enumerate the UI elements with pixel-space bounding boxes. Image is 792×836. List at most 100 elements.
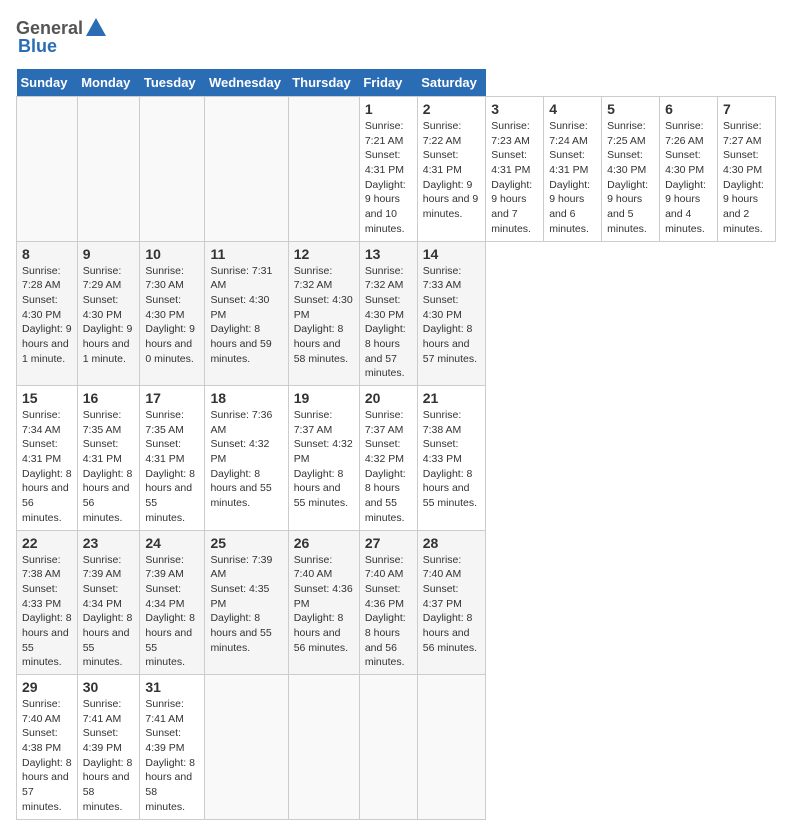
day-info: Sunrise: 7:22 AMSunset: 4:31 PMDaylight:… — [423, 119, 481, 222]
day-info: Sunrise: 7:38 AMSunset: 4:33 PMDaylight:… — [22, 553, 72, 671]
day-number: 24 — [145, 535, 199, 551]
day-info: Sunrise: 7:37 AMSunset: 4:32 PMDaylight:… — [294, 408, 354, 511]
day-info: Sunrise: 7:40 AMSunset: 4:36 PMDaylight:… — [294, 553, 354, 656]
calendar-cell: 6 Sunrise: 7:26 AMSunset: 4:30 PMDayligh… — [660, 97, 718, 242]
calendar-cell — [359, 675, 417, 820]
calendar-cell — [288, 97, 359, 242]
day-number: 8 — [22, 246, 72, 262]
calendar-cell: 11 Sunrise: 7:31 AMSunset: 4:30 PMDaylig… — [205, 241, 288, 386]
day-info: Sunrise: 7:37 AMSunset: 4:32 PMDaylight:… — [365, 408, 412, 526]
day-info: Sunrise: 7:23 AMSunset: 4:31 PMDaylight:… — [491, 119, 538, 237]
calendar-cell: 26 Sunrise: 7:40 AMSunset: 4:36 PMDaylig… — [288, 530, 359, 675]
day-number: 14 — [423, 246, 481, 262]
day-number: 23 — [83, 535, 135, 551]
day-number: 3 — [491, 101, 538, 117]
day-number: 29 — [22, 679, 72, 695]
calendar-cell: 19 Sunrise: 7:37 AMSunset: 4:32 PMDaylig… — [288, 386, 359, 531]
day-number: 1 — [365, 101, 412, 117]
day-info: Sunrise: 7:40 AMSunset: 4:36 PMDaylight:… — [365, 553, 412, 671]
day-info: Sunrise: 7:38 AMSunset: 4:33 PMDaylight:… — [423, 408, 481, 511]
logo: General Blue — [16, 16, 109, 57]
day-info: Sunrise: 7:33 AMSunset: 4:30 PMDaylight:… — [423, 264, 481, 367]
calendar-cell: 13 Sunrise: 7:32 AMSunset: 4:30 PMDaylig… — [359, 241, 417, 386]
day-number: 19 — [294, 390, 354, 406]
calendar-week-3: 15 Sunrise: 7:34 AMSunset: 4:31 PMDaylig… — [17, 386, 776, 531]
weekday-header-tuesday: Tuesday — [140, 69, 205, 97]
page-header: General Blue — [16, 16, 776, 57]
day-info: Sunrise: 7:35 AMSunset: 4:31 PMDaylight:… — [83, 408, 135, 526]
calendar-cell: 18 Sunrise: 7:36 AMSunset: 4:32 PMDaylig… — [205, 386, 288, 531]
calendar-cell: 1 Sunrise: 7:21 AMSunset: 4:31 PMDayligh… — [359, 97, 417, 242]
day-number: 20 — [365, 390, 412, 406]
day-info: Sunrise: 7:32 AMSunset: 4:30 PMDaylight:… — [365, 264, 412, 382]
day-number: 11 — [210, 246, 282, 262]
calendar-cell: 20 Sunrise: 7:37 AMSunset: 4:32 PMDaylig… — [359, 386, 417, 531]
day-number: 10 — [145, 246, 199, 262]
calendar-cell: 17 Sunrise: 7:35 AMSunset: 4:31 PMDaylig… — [140, 386, 205, 531]
calendar-cell: 7 Sunrise: 7:27 AMSunset: 4:30 PMDayligh… — [717, 97, 775, 242]
day-info: Sunrise: 7:31 AMSunset: 4:30 PMDaylight:… — [210, 264, 282, 367]
calendar-cell: 21 Sunrise: 7:38 AMSunset: 4:33 PMDaylig… — [417, 386, 486, 531]
day-info: Sunrise: 7:35 AMSunset: 4:31 PMDaylight:… — [145, 408, 199, 526]
day-number: 5 — [607, 101, 654, 117]
calendar-cell: 15 Sunrise: 7:34 AMSunset: 4:31 PMDaylig… — [17, 386, 78, 531]
day-info: Sunrise: 7:39 AMSunset: 4:35 PMDaylight:… — [210, 553, 282, 656]
day-number: 30 — [83, 679, 135, 695]
calendar-cell: 12 Sunrise: 7:32 AMSunset: 4:30 PMDaylig… — [288, 241, 359, 386]
day-info: Sunrise: 7:39 AMSunset: 4:34 PMDaylight:… — [83, 553, 135, 671]
calendar-cell: 29 Sunrise: 7:40 AMSunset: 4:38 PMDaylig… — [17, 675, 78, 820]
day-number: 9 — [83, 246, 135, 262]
day-number: 7 — [723, 101, 770, 117]
calendar-cell: 28 Sunrise: 7:40 AMSunset: 4:37 PMDaylig… — [417, 530, 486, 675]
day-info: Sunrise: 7:40 AMSunset: 4:37 PMDaylight:… — [423, 553, 481, 656]
calendar-cell: 4 Sunrise: 7:24 AMSunset: 4:31 PMDayligh… — [544, 97, 602, 242]
day-number: 21 — [423, 390, 481, 406]
day-info: Sunrise: 7:21 AMSunset: 4:31 PMDaylight:… — [365, 119, 412, 237]
day-number: 18 — [210, 390, 282, 406]
calendar-cell — [417, 675, 486, 820]
calendar-cell: 8 Sunrise: 7:28 AMSunset: 4:30 PMDayligh… — [17, 241, 78, 386]
weekday-header-wednesday: Wednesday — [205, 69, 288, 97]
calendar-cell — [288, 675, 359, 820]
calendar-cell: 30 Sunrise: 7:41 AMSunset: 4:39 PMDaylig… — [77, 675, 140, 820]
calendar-week-2: 8 Sunrise: 7:28 AMSunset: 4:30 PMDayligh… — [17, 241, 776, 386]
day-info: Sunrise: 7:28 AMSunset: 4:30 PMDaylight:… — [22, 264, 72, 367]
calendar-cell: 16 Sunrise: 7:35 AMSunset: 4:31 PMDaylig… — [77, 386, 140, 531]
calendar-cell: 22 Sunrise: 7:38 AMSunset: 4:33 PMDaylig… — [17, 530, 78, 675]
weekday-header-saturday: Saturday — [417, 69, 486, 97]
calendar-cell: 25 Sunrise: 7:39 AMSunset: 4:35 PMDaylig… — [205, 530, 288, 675]
calendar-cell — [17, 97, 78, 242]
day-number: 17 — [145, 390, 199, 406]
day-number: 4 — [549, 101, 596, 117]
day-info: Sunrise: 7:39 AMSunset: 4:34 PMDaylight:… — [145, 553, 199, 671]
calendar-week-5: 29 Sunrise: 7:40 AMSunset: 4:38 PMDaylig… — [17, 675, 776, 820]
day-number: 16 — [83, 390, 135, 406]
weekday-header-thursday: Thursday — [288, 69, 359, 97]
day-info: Sunrise: 7:40 AMSunset: 4:38 PMDaylight:… — [22, 697, 72, 815]
day-number: 15 — [22, 390, 72, 406]
calendar-cell: 9 Sunrise: 7:29 AMSunset: 4:30 PMDayligh… — [77, 241, 140, 386]
day-number: 31 — [145, 679, 199, 695]
day-info: Sunrise: 7:41 AMSunset: 4:39 PMDaylight:… — [145, 697, 199, 815]
day-number: 2 — [423, 101, 481, 117]
calendar-cell — [140, 97, 205, 242]
calendar-cell: 3 Sunrise: 7:23 AMSunset: 4:31 PMDayligh… — [486, 97, 544, 242]
day-info: Sunrise: 7:32 AMSunset: 4:30 PMDaylight:… — [294, 264, 354, 367]
day-number: 12 — [294, 246, 354, 262]
day-info: Sunrise: 7:41 AMSunset: 4:39 PMDaylight:… — [83, 697, 135, 815]
day-info: Sunrise: 7:29 AMSunset: 4:30 PMDaylight:… — [83, 264, 135, 367]
day-number: 27 — [365, 535, 412, 551]
day-number: 6 — [665, 101, 712, 117]
calendar-cell — [77, 97, 140, 242]
day-info: Sunrise: 7:25 AMSunset: 4:30 PMDaylight:… — [607, 119, 654, 237]
day-info: Sunrise: 7:24 AMSunset: 4:31 PMDaylight:… — [549, 119, 596, 237]
weekday-header-monday: Monday — [77, 69, 140, 97]
logo-icon — [84, 16, 108, 40]
day-number: 22 — [22, 535, 72, 551]
calendar-table: SundayMondayTuesdayWednesdayThursdayFrid… — [16, 69, 776, 820]
day-info: Sunrise: 7:27 AMSunset: 4:30 PMDaylight:… — [723, 119, 770, 237]
calendar-cell: 14 Sunrise: 7:33 AMSunset: 4:30 PMDaylig… — [417, 241, 486, 386]
day-number: 13 — [365, 246, 412, 262]
day-info: Sunrise: 7:26 AMSunset: 4:30 PMDaylight:… — [665, 119, 712, 237]
logo-blue-text: Blue — [18, 36, 57, 57]
